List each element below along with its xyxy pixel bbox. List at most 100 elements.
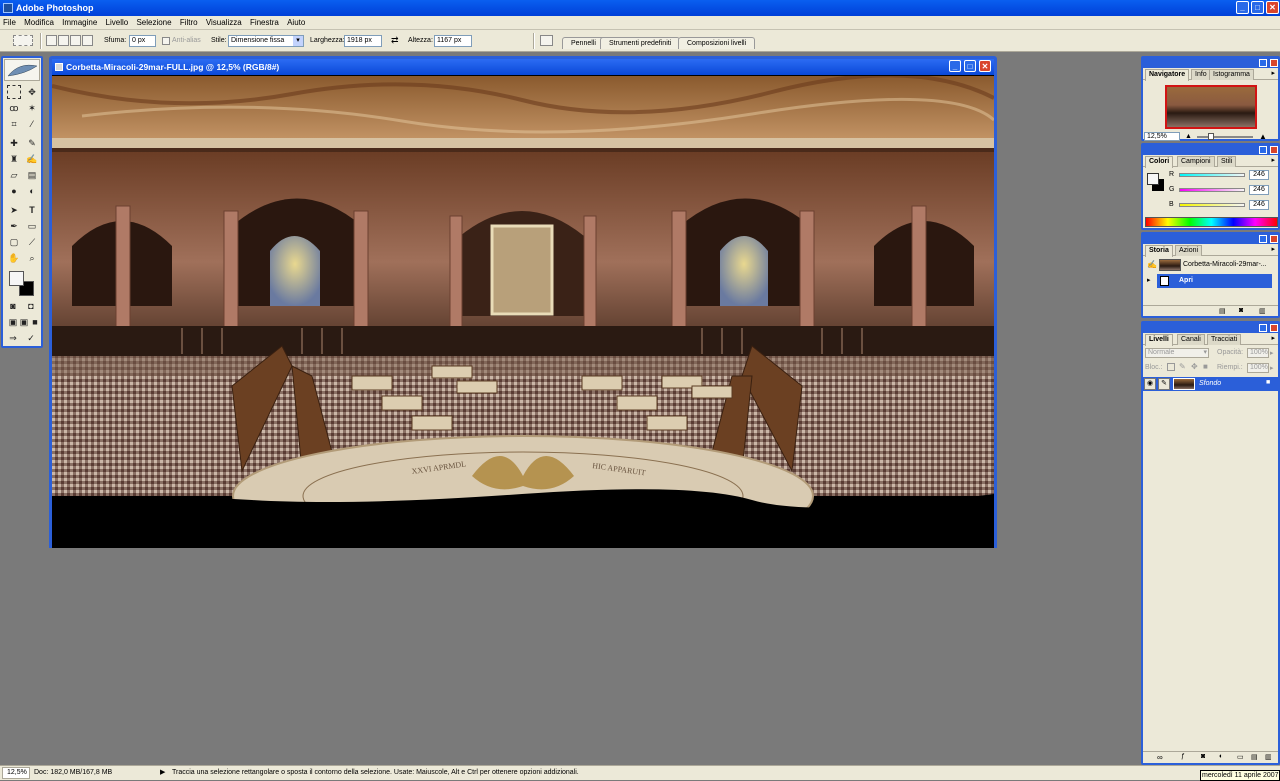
lock-pixels-icon[interactable]: ✎ <box>1179 362 1186 371</box>
layer-mask-icon[interactable]: ◙ <box>1201 753 1205 760</box>
menu-filtro[interactable]: Filtro <box>177 16 201 30</box>
panel-close-button[interactable] <box>1270 146 1278 154</box>
gradient-tool-icon[interactable]: ▤ <box>25 168 39 182</box>
feather-input[interactable]: 0 px <box>129 35 156 47</box>
menu-immagine[interactable]: Immagine <box>59 16 100 30</box>
path-selection-icon[interactable]: ➤ <box>7 203 21 217</box>
history-brush-icon[interactable]: ✍ <box>25 152 39 166</box>
menu-modifica[interactable]: Modifica <box>21 16 57 30</box>
minimize-button[interactable]: _ <box>1236 1 1249 14</box>
tab-info[interactable]: Info <box>1191 69 1211 80</box>
panel-close-button[interactable] <box>1270 324 1278 332</box>
doc-close-button[interactable]: ✕ <box>979 60 991 72</box>
panel-minimize-button[interactable] <box>1259 146 1267 154</box>
navigator-zoom-slider[interactable] <box>1197 136 1253 138</box>
panel-header[interactable] <box>1143 58 1278 68</box>
marquee-preset-icon[interactable] <box>13 35 33 46</box>
add-selection-icon[interactable] <box>58 35 69 46</box>
jump-to-imageready-icon[interactable]: ⇒ <box>6 331 20 345</box>
fill-arrow-icon[interactable]: ▸ <box>1270 364 1274 372</box>
healing-brush-icon[interactable]: ✚ <box>7 136 21 150</box>
well-tab-tool-presets[interactable]: Strumenti predefiniti <box>600 37 681 49</box>
doc-maximize-button[interactable]: □ <box>964 60 976 72</box>
lock-all-icon[interactable]: ■ <box>1203 362 1208 371</box>
layer-style-icon[interactable]: ƒ <box>1181 753 1185 760</box>
delete-state-icon[interactable]: ▥ <box>1259 307 1266 315</box>
opacity-arrow-icon[interactable]: ▸ <box>1270 349 1274 357</box>
color-ramp[interactable] <box>1145 217 1278 227</box>
history-snapshot-row[interactable]: ✍ Corbetta-Miracoli-29mar-... <box>1145 258 1269 272</box>
app-title-bar[interactable]: Adobe Photoshop _ □ ✕ <box>0 0 1280 16</box>
panel-header[interactable] <box>1143 145 1278 155</box>
color-fg-swatch[interactable] <box>1147 173 1159 185</box>
tab-colori[interactable]: Colori <box>1145 156 1174 168</box>
panel-menu-icon[interactable]: ▸ <box>1271 245 1275 253</box>
navigator-zoom-input[interactable]: 12,5% <box>1144 132 1180 141</box>
adjustment-layer-icon[interactable]: ◐ <box>1219 753 1223 760</box>
channel-g-input[interactable]: 246 <box>1249 185 1269 195</box>
hand-tool-icon[interactable]: ✋ <box>7 251 21 265</box>
navigator-thumbnail[interactable] <box>1165 85 1257 129</box>
new-snapshot-icon[interactable]: ◙ <box>1239 307 1243 314</box>
tab-istogramma[interactable]: Istogramma <box>1209 69 1254 80</box>
zoom-tool-icon[interactable]: ⌕ <box>25 251 39 265</box>
standard-mode-icon[interactable]: ◙ <box>6 299 20 313</box>
palette-well-icon[interactable] <box>540 35 553 46</box>
new-layer-icon[interactable]: ▤ <box>1251 753 1258 761</box>
channel-b-input[interactable]: 246 <box>1249 200 1269 210</box>
shape-tool-icon[interactable]: ▭ <box>25 219 39 233</box>
style-select[interactable]: Dimensione fissa ▾ <box>228 35 304 47</box>
eraser-tool-icon[interactable]: ▱ <box>7 168 21 182</box>
swap-dimensions-icon[interactable]: ⇄ <box>391 35 399 46</box>
zoom-slider-handle[interactable] <box>1208 133 1214 140</box>
close-button[interactable]: ✕ <box>1266 1 1279 14</box>
blur-tool-icon[interactable]: ● <box>7 184 21 198</box>
new-selection-icon[interactable] <box>46 35 57 46</box>
maximize-button[interactable]: □ <box>1251 1 1264 14</box>
layer-visibility-eye-icon[interactable]: ◉ <box>1144 378 1156 390</box>
panel-close-button[interactable] <box>1270 59 1278 67</box>
new-document-from-state-icon[interactable]: ▤ <box>1219 307 1226 315</box>
lock-transparency-icon[interactable] <box>1167 363 1175 371</box>
delete-layer-icon[interactable]: ▥ <box>1265 753 1272 761</box>
opacity-input[interactable]: 100% <box>1247 348 1269 358</box>
blend-mode-select[interactable]: Normale ▾ <box>1145 348 1209 358</box>
tab-tracciati[interactable]: Tracciati <box>1207 334 1242 345</box>
menu-livello[interactable]: Livello <box>103 16 132 30</box>
new-group-icon[interactable]: ▭ <box>1237 753 1244 761</box>
eyedropper-icon[interactable]: ⟋ <box>25 235 39 249</box>
quick-mask-icon[interactable]: ◘ <box>24 299 38 313</box>
channel-r-slider[interactable] <box>1179 173 1245 177</box>
brush-tool-icon[interactable]: ✎ <box>25 136 39 150</box>
well-tab-layer-comps[interactable]: Composizioni livelli <box>678 37 756 49</box>
status-arrow-icon[interactable]: ▶ <box>160 766 165 780</box>
menu-selezione[interactable]: Selezione <box>133 16 174 30</box>
crop-tool-icon[interactable]: ⌗ <box>7 117 21 131</box>
panel-minimize-button[interactable] <box>1259 59 1267 67</box>
panel-minimize-button[interactable] <box>1259 324 1267 332</box>
move-tool-icon[interactable]: ✥ <box>25 85 39 99</box>
document-title-bar[interactable]: Corbetta-Miracoli-29mar-FULL.jpg @ 12,5%… <box>52 59 994 75</box>
channel-r-input[interactable]: 246 <box>1249 170 1269 180</box>
lasso-tool-icon[interactable]: ꝏ <box>7 101 21 115</box>
channel-g-slider[interactable] <box>1179 188 1245 192</box>
marquee-tool-icon[interactable] <box>7 85 21 99</box>
image-canvas[interactable]: XXVI APRMDL HIC APPARUIT <box>52 76 994 548</box>
tab-stili[interactable]: Stili <box>1217 156 1237 167</box>
tab-campioni[interactable]: Campioni <box>1177 156 1215 167</box>
imageready-icon[interactable]: ✓ <box>24 331 38 345</box>
type-tool-icon[interactable]: T <box>25 203 39 217</box>
pen-tool-icon[interactable]: ✒ <box>7 219 21 233</box>
history-brush-source-icon[interactable]: ✍ <box>1147 260 1157 269</box>
subtract-selection-icon[interactable] <box>70 35 81 46</box>
panel-menu-icon[interactable]: ▸ <box>1271 156 1275 164</box>
intersect-selection-icon[interactable] <box>82 35 93 46</box>
menu-file[interactable]: File <box>0 16 19 30</box>
tab-navigatore[interactable]: Navigatore <box>1145 69 1190 81</box>
tab-storia[interactable]: Storia <box>1145 245 1173 257</box>
panel-close-button[interactable] <box>1270 235 1278 243</box>
well-tab-brushes[interactable]: Pennelli <box>562 37 605 49</box>
tab-azioni[interactable]: Azioni <box>1175 245 1203 256</box>
doc-minimize-button[interactable]: _ <box>949 60 961 72</box>
panel-menu-icon[interactable]: ▸ <box>1271 69 1275 77</box>
